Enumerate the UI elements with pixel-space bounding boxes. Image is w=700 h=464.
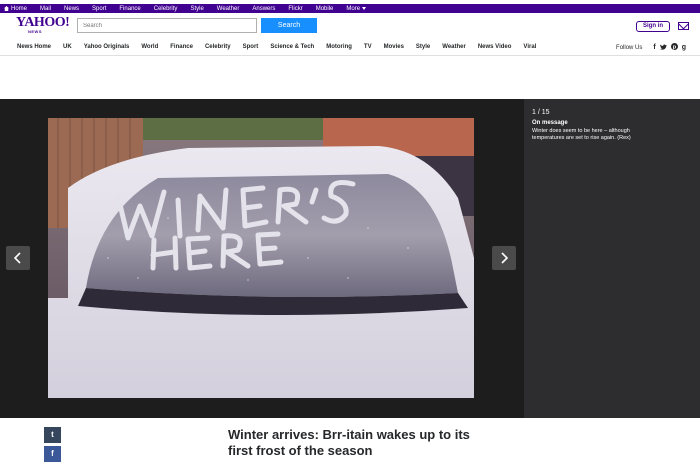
slide-counter: 1 / 15 xyxy=(532,109,550,116)
nav-item-celebrity[interactable]: Celebrity xyxy=(205,44,231,50)
svg-text:p: p xyxy=(673,45,677,50)
follow-us: Follow Us f p g xyxy=(616,39,686,56)
ad-placeholder xyxy=(0,57,700,99)
follow-us-label: Follow Us xyxy=(616,44,643,51)
search-input[interactable] xyxy=(77,18,257,33)
sign-in-button[interactable]: Sign in xyxy=(636,21,670,32)
chevron-down-icon xyxy=(362,7,367,10)
next-slide-button[interactable] xyxy=(492,246,516,270)
topbar-link-more[interactable]: More xyxy=(346,6,367,12)
topbar-link-celebrity[interactable]: Celebrity xyxy=(154,6,178,12)
topbar-link-answers[interactable]: Answers xyxy=(252,6,275,12)
facebook-icon[interactable]: f xyxy=(653,44,655,51)
article-headline: Winter arrives: Brr-itain wakes up to it… xyxy=(228,427,470,458)
topbar-link-sport[interactable]: Sport xyxy=(92,6,106,12)
mail-icon[interactable] xyxy=(678,22,689,30)
tumblr-share-button[interactable]: t xyxy=(44,427,61,443)
search-button[interactable]: Search xyxy=(261,18,317,33)
caption-panel: 1 / 15 On message Winter does seem to be… xyxy=(524,99,700,418)
topbar-link-style[interactable]: Style xyxy=(190,6,203,12)
nav-item-tv[interactable]: TV xyxy=(364,44,372,50)
home-icon xyxy=(4,6,9,11)
chevron-right-icon xyxy=(501,252,509,264)
topbar-link-home[interactable]: Home xyxy=(4,6,27,12)
nav-item-viral[interactable]: Viral xyxy=(523,44,536,50)
nav-item-weather[interactable]: Weather xyxy=(442,44,466,50)
topbar-link-mobile[interactable]: Mobile xyxy=(316,6,334,12)
topbar-link-mail[interactable]: Mail xyxy=(40,6,51,12)
nav-item-yahoo-originals[interactable]: Yahoo Originals xyxy=(84,44,130,50)
nav-item-news-video[interactable]: News Video xyxy=(478,44,512,50)
nav-item-style[interactable]: Style xyxy=(416,44,430,50)
pinterest-icon[interactable]: p xyxy=(670,43,678,52)
nav-item-science-tech[interactable]: Science & Tech xyxy=(270,44,314,50)
slideshow-photo xyxy=(48,118,474,398)
nav-item-uk[interactable]: UK xyxy=(63,44,72,50)
nav-item-sport[interactable]: Sport xyxy=(243,44,259,50)
twitter-icon[interactable] xyxy=(659,44,667,52)
previous-slide-button[interactable] xyxy=(6,246,30,270)
nav-item-motoring[interactable]: Motoring xyxy=(326,44,352,50)
topbar-link-flickr[interactable]: Flickr xyxy=(288,6,302,12)
logo-subtitle: NEWS xyxy=(28,29,42,34)
facebook-share-button[interactable]: f xyxy=(44,446,61,462)
section-nav: News Home UK Yahoo Originals World Finan… xyxy=(0,39,700,56)
chevron-left-icon xyxy=(13,252,21,264)
yahoo-logo[interactable]: YAHOO! xyxy=(16,16,70,30)
nav-item-world[interactable]: World xyxy=(141,44,158,50)
caption-text: Winter does seem to be here – although t… xyxy=(532,128,631,141)
google-plus-icon[interactable]: g xyxy=(682,44,686,51)
nav-item-finance[interactable]: Finance xyxy=(170,44,193,50)
yahoo-topbar: Home Mail News Sport Finance Celebrity S… xyxy=(0,4,700,13)
topbar-link-weather[interactable]: Weather xyxy=(217,6,240,12)
site-header: YAHOO! NEWS Search Sign in xyxy=(0,13,700,39)
nav-item-movies[interactable]: Movies xyxy=(384,44,404,50)
topbar-link-news[interactable]: News xyxy=(64,6,79,12)
caption-title: On message xyxy=(532,120,568,126)
topbar-link-finance[interactable]: Finance xyxy=(119,6,140,12)
nav-item-news-home[interactable]: News Home xyxy=(17,44,51,50)
